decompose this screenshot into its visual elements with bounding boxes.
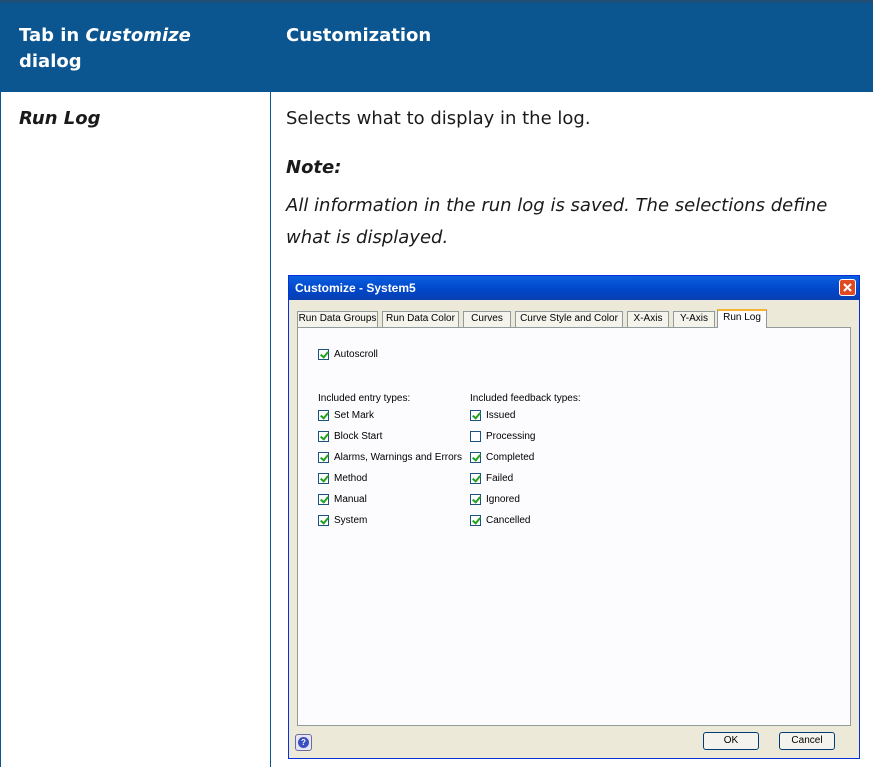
- tab-curve-style-and-color[interactable]: Curve Style and Color: [515, 311, 623, 327]
- checkbox-label: Completed: [486, 452, 535, 463]
- table-header-row: Tab in Customize dialog Customization: [0, 3, 873, 92]
- header-tab-emphasis: Customize: [85, 25, 191, 46]
- header-tab-suffix: dialog: [19, 51, 82, 72]
- cancel-button[interactable]: Cancel: [779, 732, 835, 750]
- checkbox-label: Manual: [334, 494, 367, 505]
- tab-run-data-color[interactable]: Run Data Color: [382, 311, 459, 327]
- entry-set-mark-checkbox[interactable]: Set Mark: [318, 409, 374, 422]
- feedback-issued-checkbox[interactable]: Issued: [470, 409, 515, 422]
- dialog-title: Customize - System5: [295, 281, 416, 295]
- feedback-completed-checkbox[interactable]: Completed: [470, 451, 534, 464]
- checkbox-label: Ignored: [486, 494, 520, 505]
- close-icon: [843, 283, 852, 292]
- feedback-failed-checkbox[interactable]: Failed: [470, 472, 513, 485]
- entry-types-heading: Included entry types:: [318, 393, 411, 404]
- table-column-divider: [270, 92, 271, 767]
- dialog-title-bar: Customize - System5: [289, 276, 859, 300]
- tab-curves[interactable]: Curves: [463, 311, 511, 327]
- help-button[interactable]: ?: [295, 734, 312, 751]
- table-left-border: [0, 92, 1, 767]
- autoscroll-checkbox[interactable]: Autoscroll: [318, 348, 378, 361]
- checkbox-label: Processing: [486, 431, 536, 442]
- checkbox-box: [318, 452, 329, 463]
- ok-button[interactable]: OK: [703, 732, 759, 750]
- note-text: All information in the run log is saved.…: [286, 195, 828, 248]
- entry-system-checkbox[interactable]: System: [318, 514, 367, 527]
- feedback-cancelled-checkbox[interactable]: Cancelled: [470, 514, 530, 527]
- entry-manual-checkbox[interactable]: Manual: [318, 493, 367, 506]
- entry-method-checkbox[interactable]: Method: [318, 472, 367, 485]
- checkbox-box: [470, 494, 481, 505]
- feedback-processing-checkbox[interactable]: Processing: [470, 430, 535, 443]
- checkbox-box: [318, 410, 329, 421]
- checkbox-box: [470, 410, 481, 421]
- tab-run-log[interactable]: Run Log: [717, 309, 767, 328]
- header-tab-column: Tab in Customize dialog: [19, 23, 249, 75]
- checkbox-label: Autoscroll: [334, 349, 378, 360]
- checkbox-label: System: [334, 515, 368, 526]
- entry-alarms-checkbox[interactable]: Alarms, Warnings and Errors: [318, 451, 462, 464]
- checkbox-box: [470, 515, 481, 526]
- checkbox-box: [318, 473, 329, 484]
- row-tab-name: Run Log: [19, 108, 101, 129]
- entry-block-start-checkbox[interactable]: Block Start: [318, 430, 382, 443]
- checkbox-box: [318, 515, 329, 526]
- help-icon: ?: [298, 737, 309, 748]
- checkbox-box: [470, 473, 481, 484]
- checkbox-box: [318, 494, 329, 505]
- feedback-types-heading: Included feedback types:: [470, 393, 581, 404]
- checkbox-label: Method: [334, 473, 368, 484]
- checkbox-label: Alarms, Warnings and Errors: [334, 452, 462, 463]
- customize-dialog: Customize - System5 Run Data Groups Run …: [288, 275, 860, 759]
- row-description: Selects what to display in the log.: [286, 108, 591, 129]
- checkbox-label: Cancelled: [486, 515, 531, 526]
- checkbox-box: [318, 431, 329, 442]
- checkbox-box: [470, 431, 481, 442]
- checkbox-label: Failed: [486, 473, 514, 484]
- checkbox-label: Set Mark: [334, 410, 375, 421]
- close-button[interactable]: [839, 279, 856, 296]
- checkbox-label: Issued: [486, 410, 516, 421]
- tab-x-axis[interactable]: X-Axis: [627, 311, 669, 327]
- tab-y-axis[interactable]: Y-Axis: [673, 311, 715, 327]
- header-tab-prefix: Tab in: [19, 25, 86, 46]
- run-log-panel: Autoscroll Included entry types: Include…: [297, 327, 851, 726]
- checkbox-box: [470, 452, 481, 463]
- feedback-ignored-checkbox[interactable]: Ignored: [470, 493, 520, 506]
- tab-run-data-groups[interactable]: Run Data Groups: [297, 311, 378, 327]
- checkbox-label: Block Start: [334, 431, 383, 442]
- header-customization-column: Customization: [286, 25, 432, 46]
- checkbox-box: [318, 349, 329, 360]
- note-title: Note:: [286, 157, 342, 178]
